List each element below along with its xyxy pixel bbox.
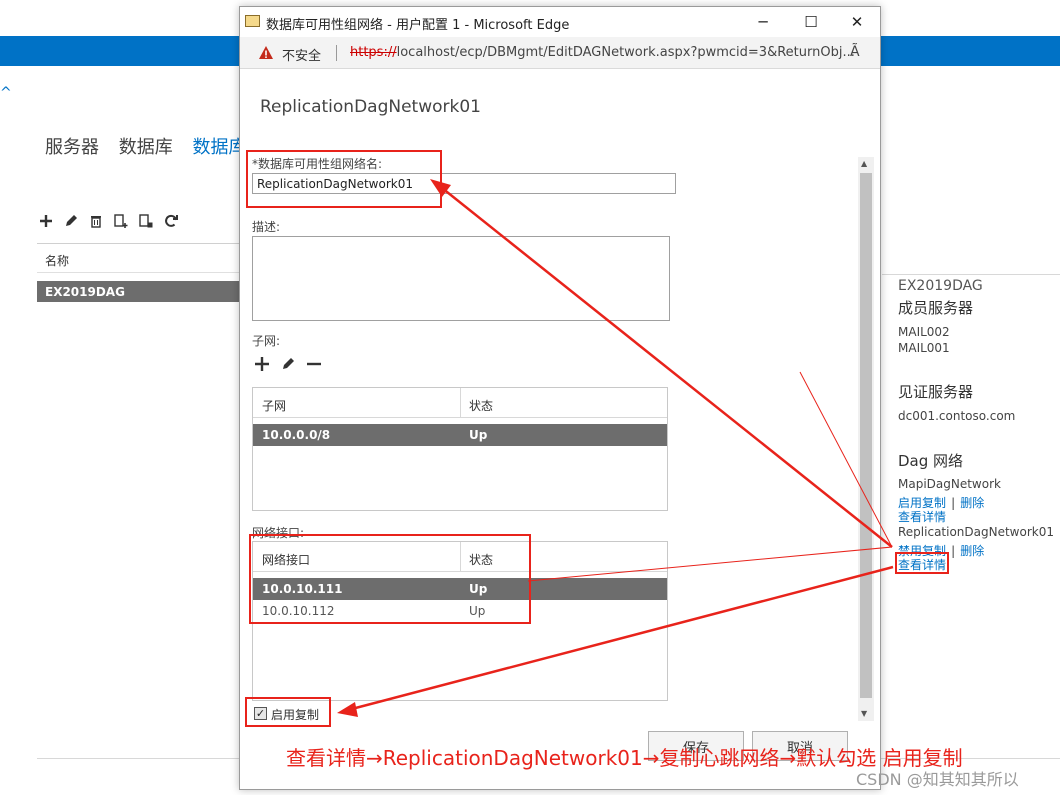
annotation-arrows — [337, 179, 894, 717]
watermark: CSDN @知其知其所以 — [856, 770, 1019, 789]
